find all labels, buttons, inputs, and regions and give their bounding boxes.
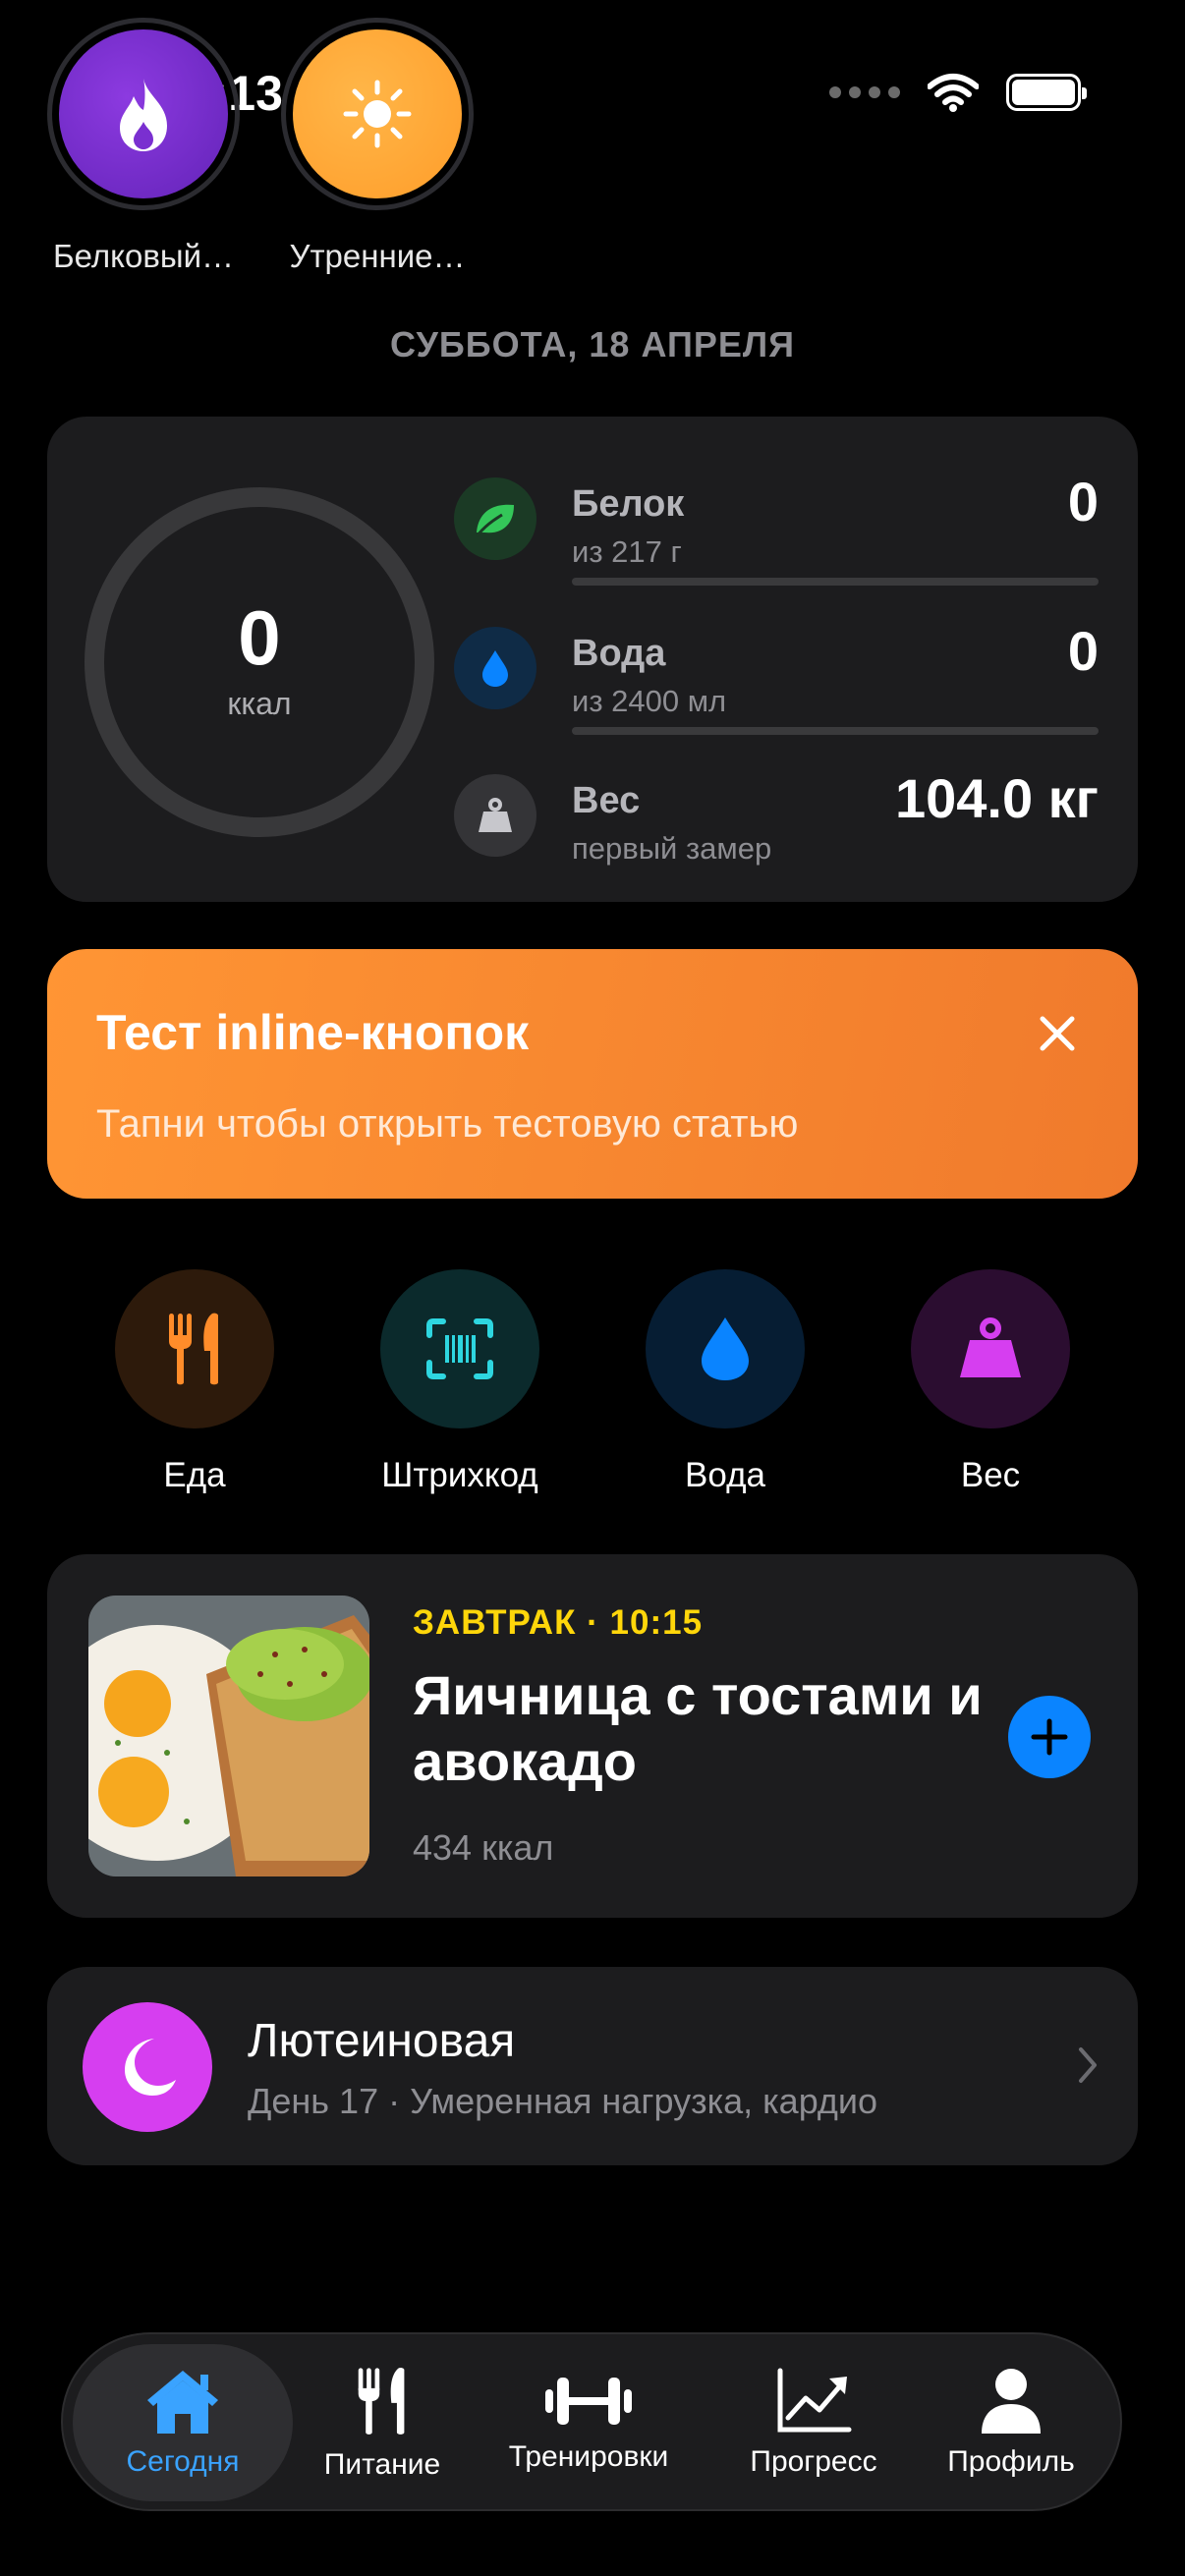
sun-icon: [343, 80, 412, 148]
banner-title: Тест inline-кнопок: [96, 1005, 530, 1060]
weight-icon: [911, 1269, 1070, 1428]
battery-icon: [1006, 74, 1087, 111]
tab-progress[interactable]: Прогресс: [715, 2344, 912, 2501]
quick-action-label: Вода: [685, 1456, 765, 1494]
water-drop-icon: [646, 1269, 805, 1428]
protein-value: 0: [1067, 471, 1099, 532]
chevron-right-icon: [1079, 2047, 1097, 2083]
protein-title: Белок: [572, 483, 685, 525]
weight-icon: [454, 774, 536, 857]
protein-metric[interactable]: Белок из 217 г 0: [454, 470, 1099, 586]
weight-metric[interactable]: Вес первый замер 104.0 кг: [454, 766, 1099, 874]
weight-title: Вес: [572, 780, 641, 821]
quick-action-weight[interactable]: Вес: [843, 1269, 1138, 1495]
calorie-unit: ккал: [227, 686, 292, 721]
tab-workouts[interactable]: Тренировки: [476, 2344, 702, 2501]
protein-progress-bar: [572, 578, 1099, 586]
story-avatar: [293, 29, 462, 198]
add-meal-button[interactable]: [1008, 1696, 1091, 1778]
quick-actions: Еда Штрихкод Вода Вес: [47, 1269, 1138, 1505]
cycle-phase-card[interactable]: Лютеиновая День 17 · Умеренная нагрузка,…: [47, 1967, 1138, 2165]
quick-action-water[interactable]: Вода: [578, 1269, 873, 1495]
meal-name: Яичница с тостами и авокадо: [413, 1664, 983, 1793]
meal-card[interactable]: ЗАВТРАК · 10:15 Яичница с тостами и авок…: [47, 1554, 1138, 1918]
quick-action-food[interactable]: Еда: [47, 1269, 342, 1495]
calorie-value: 0: [238, 594, 281, 681]
tab-nutrition[interactable]: Питание: [299, 2344, 466, 2501]
quick-action-barcode[interactable]: Штрихкод: [312, 1269, 607, 1495]
meal-calories: 434 ккал: [413, 1827, 554, 1868]
tab-label: Сегодня: [126, 2445, 240, 2478]
tab-label: Профиль: [947, 2445, 1075, 2478]
water-drop-icon: [454, 627, 536, 709]
story-protein[interactable]: Белковый…: [47, 18, 240, 275]
tab-label: Тренировки: [508, 2440, 669, 2473]
status-indicators: [829, 73, 1087, 112]
water-title: Вода: [572, 633, 666, 674]
daily-summary-card[interactable]: 0 ккал Белок из 217 г 0 Вода из 2400 мл …: [47, 417, 1138, 902]
person-icon: [982, 2369, 1041, 2434]
quick-action-label: Еда: [163, 1456, 226, 1494]
cycle-title: Лютеиновая: [248, 2015, 516, 2067]
dumbbell-icon: [545, 2378, 632, 2425]
quick-action-label: Штрихкод: [381, 1456, 538, 1494]
fork-knife-icon: [115, 1269, 274, 1428]
meal-tag: ЗАВТРАК · 10:15: [413, 1603, 704, 1642]
chart-icon: [777, 2368, 852, 2433]
water-goal: из 2400 мл: [572, 684, 727, 718]
signal-dots-icon: [829, 86, 900, 98]
plus-icon: [1031, 1718, 1068, 1756]
weight-note: первый замер: [572, 831, 772, 866]
water-metric[interactable]: Вода из 2400 мл 0: [454, 619, 1099, 735]
leaf-icon: [454, 477, 536, 560]
cycle-subtitle: День 17 · Умеренная нагрузка, кардио: [248, 2081, 878, 2121]
story-morning[interactable]: Утренние…: [281, 18, 474, 275]
story-label: Белковый…: [52, 238, 234, 274]
tab-bar: Сегодня Питание Тренировки Прогресс Проф…: [61, 2332, 1122, 2511]
promo-banner[interactable]: Тест inline-кнопок Тапни чтобы открыть т…: [47, 949, 1138, 1199]
water-value: 0: [1067, 620, 1099, 682]
home-icon: [147, 2371, 218, 2434]
tab-label: Питание: [323, 2448, 441, 2481]
water-progress-bar: [572, 727, 1099, 735]
wifi-icon: [928, 74, 979, 112]
banner-text: Тапни чтобы открыть тестовую статью: [96, 1102, 799, 1146]
date-header: СУББОТА, 18 АПРЕЛЯ: [390, 324, 795, 364]
quick-action-label: Вес: [960, 1456, 1021, 1494]
tab-today[interactable]: Сегодня: [73, 2344, 293, 2501]
close-icon[interactable]: [1028, 1004, 1087, 1063]
moon-icon: [83, 2002, 212, 2132]
story-label: Утренние…: [289, 238, 466, 274]
fork-knife-icon: [358, 2368, 405, 2435]
barcode-icon: [380, 1269, 539, 1428]
tab-profile[interactable]: Профиль: [918, 2344, 1104, 2501]
stories-row: Белковый… Утренние…: [47, 18, 474, 275]
flame-icon: [120, 79, 167, 151]
protein-goal: из 217 г: [572, 534, 682, 569]
meal-photo: [88, 1596, 369, 1876]
story-avatar: [59, 29, 228, 198]
weight-value: 104.0 кг: [894, 767, 1099, 829]
tab-label: Прогресс: [750, 2445, 877, 2478]
